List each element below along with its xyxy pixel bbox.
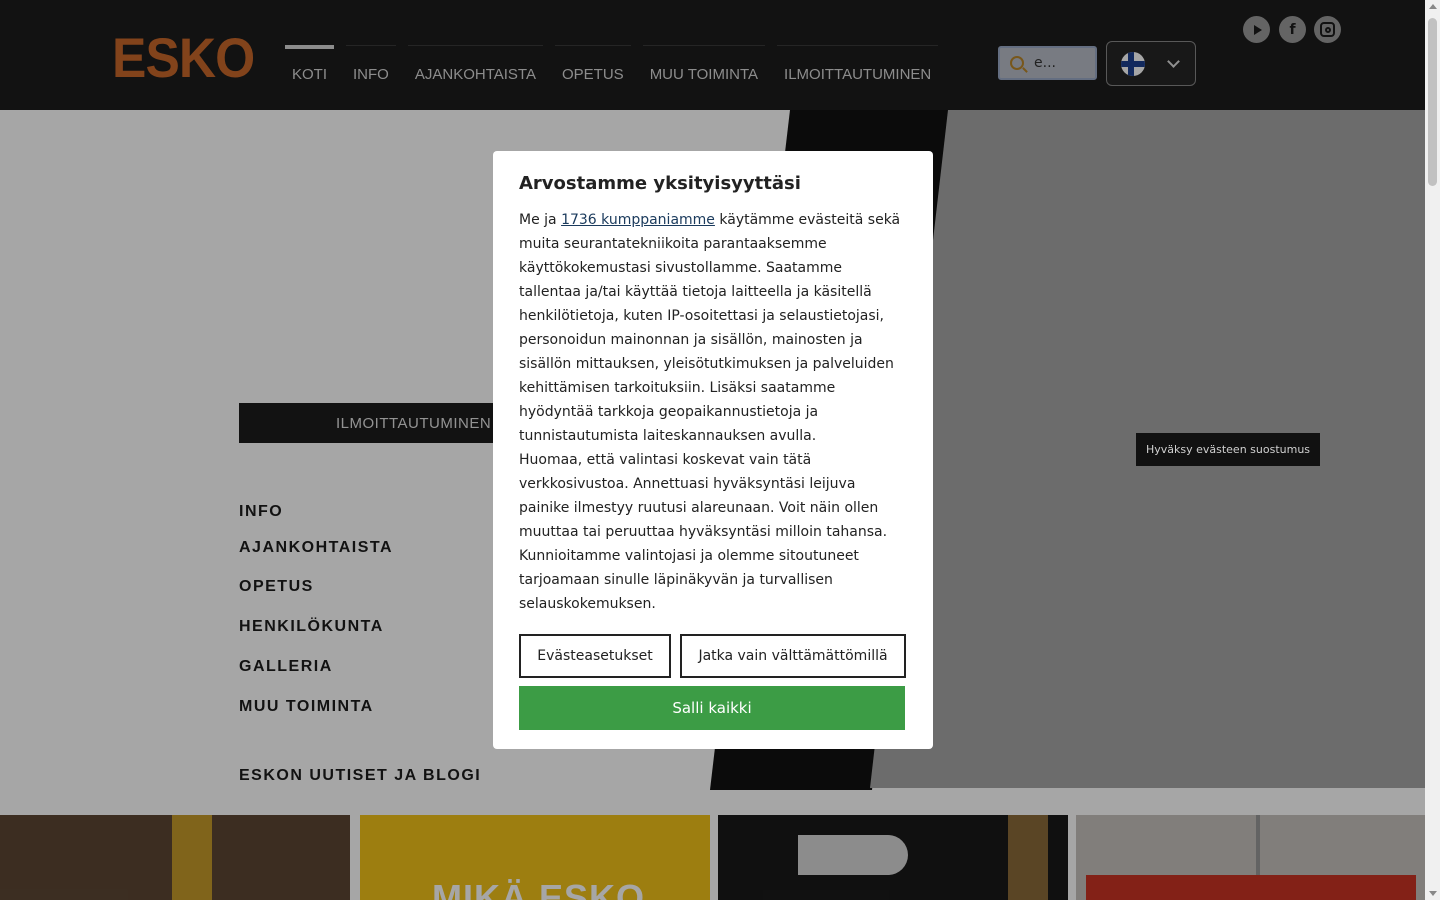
allow-all-button[interactable]: Salli kaikki bbox=[519, 686, 905, 730]
dialog-body-note: Huomaa, että valintasi koskevat vain tät… bbox=[519, 452, 888, 612]
scroll-thumb[interactable] bbox=[1428, 18, 1437, 186]
accept-cookie-consent-chip[interactable]: Hyväksy evästeen suostumus bbox=[1136, 433, 1320, 466]
necessary-only-button[interactable]: Jatka vain välttämättömillä bbox=[680, 634, 906, 678]
partners-link[interactable]: 1736 kumppaniamme bbox=[561, 212, 715, 228]
dialog-button-row: Evästeasetukset Jatka vain välttämättömi… bbox=[519, 634, 907, 678]
dialog-title: Arvostamme yksityisyyttäsi bbox=[519, 173, 801, 194]
dialog-body: Me ja 1736 kumppaniamme käytämme evästei… bbox=[519, 212, 901, 444]
cookie-settings-button[interactable]: Evästeasetukset bbox=[519, 634, 671, 678]
scroll-down-arrow-icon[interactable] bbox=[1429, 891, 1437, 896]
page-scrollbar[interactable] bbox=[1425, 0, 1440, 900]
cookie-consent-dialog: Arvostamme yksityisyyttäsi Me ja 1736 ku… bbox=[493, 151, 933, 749]
scroll-up-arrow-icon[interactable] bbox=[1429, 4, 1437, 9]
